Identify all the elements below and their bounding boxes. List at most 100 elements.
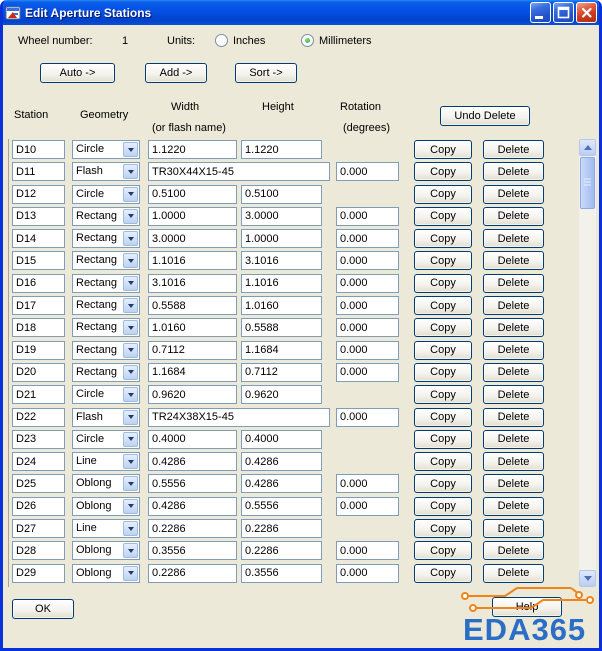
geometry-select[interactable]: Rectang [72,318,140,338]
chevron-down-icon[interactable] [123,476,138,492]
copy-button[interactable]: Copy [414,273,472,293]
rotation-field[interactable] [336,273,399,293]
station-field[interactable] [12,385,65,405]
help-button[interactable]: Help [492,597,562,617]
rotation-field[interactable] [336,541,399,561]
geometry-select[interactable]: Flash [72,162,140,182]
chevron-down-icon[interactable] [123,409,138,425]
delete-button[interactable]: Delete [483,519,544,539]
width-field[interactable] [148,162,330,182]
width-field[interactable] [148,429,237,449]
height-field[interactable] [241,385,322,405]
height-field[interactable] [241,362,322,382]
geometry-select[interactable]: Rectang [72,296,140,316]
delete-button[interactable]: Delete [483,407,544,427]
station-field[interactable] [12,162,65,182]
copy-button[interactable]: Copy [414,407,472,427]
width-field[interactable] [148,273,237,293]
delete-button[interactable]: Delete [483,318,544,338]
station-field[interactable] [12,184,65,204]
scroll-up-button[interactable] [579,139,596,156]
copy-button[interactable]: Copy [414,496,472,516]
width-field[interactable] [148,340,237,360]
width-field[interactable] [148,318,237,338]
delete-button[interactable]: Delete [483,296,544,316]
height-field[interactable] [241,206,322,226]
rotation-field[interactable] [336,474,399,494]
copy-button[interactable]: Copy [414,385,472,405]
copy-button[interactable]: Copy [414,229,472,249]
rotation-field[interactable] [336,251,399,271]
delete-button[interactable]: Delete [483,251,544,271]
copy-button[interactable]: Copy [414,140,472,159]
delete-button[interactable]: Delete [483,429,544,449]
geometry-select[interactable]: Oblong [72,496,140,516]
vertical-scrollbar[interactable] [579,139,596,587]
chevron-down-icon[interactable] [123,208,138,224]
station-field[interactable] [12,251,65,271]
title-bar[interactable]: Edit Aperture Stations [3,0,599,25]
width-field[interactable] [148,496,237,516]
delete-button[interactable]: Delete [483,474,544,494]
delete-button[interactable]: Delete [483,206,544,226]
copy-button[interactable]: Copy [414,519,472,539]
copy-button[interactable]: Copy [414,184,472,204]
width-field[interactable] [148,452,237,472]
station-field[interactable] [12,296,65,316]
geometry-select[interactable]: Rectang [72,362,140,382]
width-field[interactable] [148,563,237,583]
copy-button[interactable]: Copy [414,362,472,382]
station-field[interactable] [12,318,65,338]
station-field[interactable] [12,474,65,494]
chevron-down-icon[interactable] [123,565,138,581]
height-field[interactable] [241,140,322,159]
geometry-select[interactable]: Line [72,519,140,539]
inches-radio[interactable] [215,34,228,47]
width-field[interactable] [148,362,237,382]
maximize-button[interactable] [553,2,574,23]
width-field[interactable] [148,140,237,159]
copy-button[interactable]: Copy [414,541,472,561]
rotation-field[interactable] [336,229,399,249]
station-field[interactable] [12,229,65,249]
copy-button[interactable]: Copy [414,162,472,182]
height-field[interactable] [241,474,322,494]
width-field[interactable] [148,407,330,427]
geometry-select[interactable]: Circle [72,385,140,405]
inches-radio-label[interactable]: Inches [233,35,265,47]
chevron-down-icon[interactable] [123,498,138,514]
geometry-select[interactable]: Oblong [72,563,140,583]
copy-button[interactable]: Copy [414,563,472,583]
scroll-down-button[interactable] [579,570,596,587]
chevron-down-icon[interactable] [123,454,138,470]
height-field[interactable] [241,251,322,271]
rotation-field[interactable] [336,340,399,360]
chevron-down-icon[interactable] [123,543,138,559]
delete-button[interactable]: Delete [483,541,544,561]
chevron-down-icon[interactable] [123,275,138,291]
station-field[interactable] [12,273,65,293]
chevron-down-icon[interactable] [123,320,138,336]
millimeters-radio[interactable] [301,34,314,47]
minimize-button[interactable] [530,2,551,23]
geometry-select[interactable]: Rectang [72,229,140,249]
millimeters-radio-label[interactable]: Millimeters [319,35,372,47]
geometry-select[interactable]: Circle [72,184,140,204]
geometry-select[interactable]: Oblong [72,474,140,494]
height-field[interactable] [241,563,322,583]
scrollbar-thumb[interactable] [580,157,595,209]
auto-button[interactable]: Auto -> [40,63,115,83]
station-field[interactable] [12,362,65,382]
rotation-field[interactable] [336,206,399,226]
height-field[interactable] [241,429,322,449]
rotation-field[interactable] [336,563,399,583]
height-field[interactable] [241,273,322,293]
geometry-select[interactable]: Rectang [72,273,140,293]
height-field[interactable] [241,318,322,338]
ok-button[interactable]: OK [12,599,74,619]
width-field[interactable] [148,474,237,494]
rotation-field[interactable] [336,296,399,316]
chevron-down-icon[interactable] [123,142,138,157]
delete-button[interactable]: Delete [483,340,544,360]
copy-button[interactable]: Copy [414,340,472,360]
